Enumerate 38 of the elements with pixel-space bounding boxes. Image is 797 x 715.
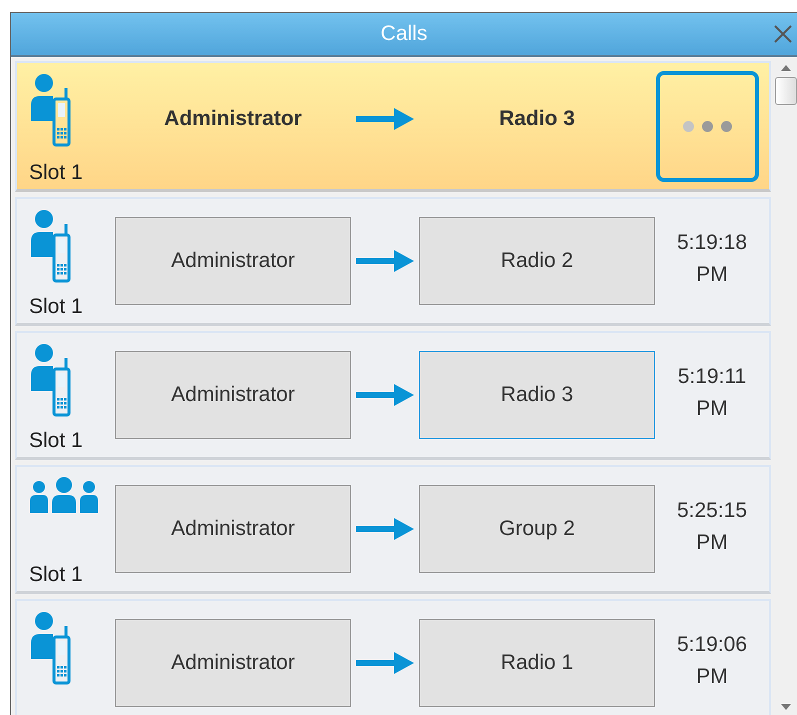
callee-name: Radio 2 [419, 217, 655, 305]
slot-label: Slot 1 [29, 161, 84, 185]
call-time: 5:19:11 [678, 364, 746, 390]
call-row[interactable]: Slot 1 Administrator Group 2 5:25:15 PM [15, 465, 771, 594]
call-row[interactable]: Slot 1 Administrator Radio 3 [15, 61, 771, 192]
call-time: PM [696, 262, 728, 288]
callee-name: Radio 3 [498, 106, 576, 132]
close-icon [774, 25, 792, 43]
call-row[interactable]: Slot 1 Administrator Radio 2 5:19:18 PM [15, 197, 771, 326]
caller-name: Administrator [163, 106, 303, 132]
call-time: 5:19:06 [676, 632, 748, 658]
call-time: PM [696, 396, 728, 422]
scroll-down-icon [781, 704, 791, 710]
scroll-up-icon [781, 65, 791, 71]
call-time: 5:19:18 [676, 230, 748, 256]
caller-name: Administrator [115, 485, 351, 573]
right-arrow-icon [356, 384, 414, 406]
right-arrow-icon [356, 518, 414, 540]
call-time: PM [696, 530, 728, 556]
scroll-thumb[interactable] [775, 77, 797, 105]
right-arrow-icon [356, 652, 414, 674]
slot-label: Slot 1 [29, 429, 84, 453]
window-title: Calls [380, 22, 428, 46]
more-button[interactable] [656, 71, 759, 182]
call-row[interactable]: Slot 1 Administrator Radio 3 5:19:11 PM [15, 331, 771, 460]
call-time: PM [696, 664, 728, 690]
slot-label: Slot 1 [29, 563, 84, 587]
caller-name: Administrator [115, 351, 351, 439]
call-time: 5:25:15 [676, 498, 748, 524]
callee-name: Group 2 [419, 485, 655, 573]
caller-name: Administrator [115, 217, 351, 305]
callee-name: Radio 3 [419, 351, 655, 439]
call-row[interactable]: Administrator Radio 1 5:19:06 PM [15, 599, 771, 715]
caller-name: Administrator [115, 619, 351, 707]
slot-label: Slot 1 [29, 295, 84, 319]
right-arrow-icon [356, 108, 414, 130]
callee-name: Radio 1 [419, 619, 655, 707]
right-arrow-icon [356, 250, 414, 272]
